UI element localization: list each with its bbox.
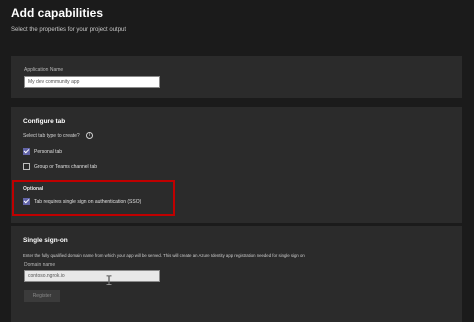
group-tab-label: Group or Teams channel tab	[34, 164, 98, 170]
page-subtitle: Select the properties for your project o…	[11, 27, 127, 33]
single-sign-on-title: Single sign-on	[23, 237, 68, 244]
application-name-card: Application Name My dev community app	[11, 56, 462, 98]
page-title: Add capabilities	[11, 6, 104, 20]
tab-type-question: Select tab type to create?	[23, 133, 80, 139]
domain-name-input[interactable]: contoso.ngrok.io	[24, 270, 160, 282]
personal-tab-label: Personal tab	[34, 149, 63, 155]
sso-highlight-box	[12, 180, 175, 216]
text-cursor-icon	[106, 275, 112, 285]
domain-name-label: Domain name	[24, 262, 56, 268]
personal-tab-checkbox[interactable]	[23, 148, 30, 155]
single-sign-on-card: Single sign-on Enter the fully qualified…	[11, 226, 462, 322]
register-button[interactable]: Register	[24, 290, 60, 302]
application-name-input[interactable]: My dev community app	[24, 76, 160, 88]
application-name-label: Application Name	[24, 67, 64, 73]
group-tab-checkbox[interactable]	[23, 163, 30, 170]
configure-tab-title: Configure tab	[23, 118, 66, 125]
info-icon[interactable]: i	[86, 132, 93, 139]
single-sign-on-description: Enter the fully qualified domain name fr…	[23, 253, 305, 258]
